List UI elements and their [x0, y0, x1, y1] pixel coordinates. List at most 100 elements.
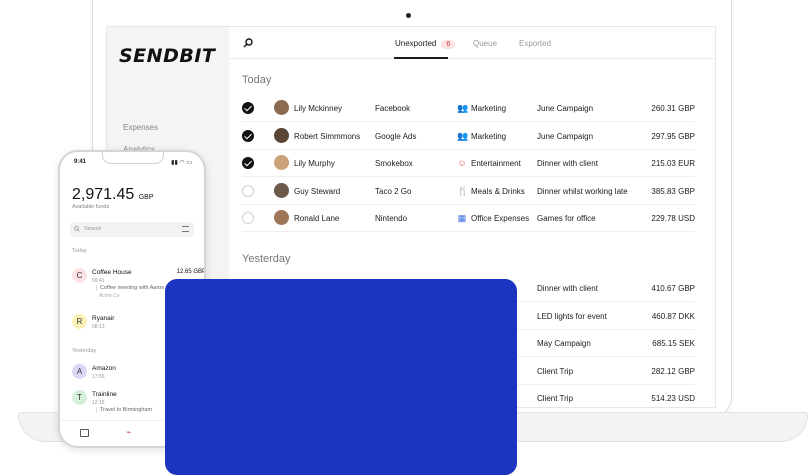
- item-note-sub: Acme Co: [99, 293, 120, 299]
- item-note: Coffee meeting with Aaron E: [96, 285, 170, 291]
- row-description: Client Trip: [537, 366, 574, 376]
- balance-currency: GBP: [138, 194, 154, 201]
- row-name: Lily Murphy: [294, 159, 335, 168]
- row-amount: 460.87 DKK: [651, 311, 695, 321]
- row-amount: 282.12 GBP: [651, 366, 695, 376]
- table-row[interactable]: Guy Steward Taco 2 Go 🍴 Meals & Drinks Dinne…: [242, 178, 695, 205]
- avatar: [274, 155, 289, 170]
- row-amount: 385.83 GBP: [651, 186, 695, 196]
- building-icon: ▦: [457, 213, 467, 223]
- merchant-initial-avatar: T: [72, 390, 87, 405]
- camera-dot: [406, 13, 411, 18]
- row-description: LED lights for event: [537, 311, 607, 321]
- avatar: [274, 210, 289, 225]
- smile-icon: ☺: [457, 158, 467, 168]
- row-merchant: Facebook: [375, 104, 411, 113]
- row-description: Client Trip: [537, 394, 574, 403]
- row-description: June Campaign: [537, 131, 594, 141]
- merchant-initial-avatar: A: [72, 364, 87, 379]
- filter-icon[interactable]: [182, 226, 189, 232]
- row-category: Meals & Drinks: [471, 186, 525, 196]
- checked-checkbox[interactable]: [242, 102, 254, 114]
- item-title: Coffee House: [92, 269, 132, 276]
- row-name: Ronald Lane: [294, 214, 340, 223]
- avatar: [274, 127, 289, 143]
- row-amount: 514.23 USD: [651, 394, 695, 403]
- sidebar-item-expenses[interactable]: Expenses: [123, 123, 158, 132]
- item-time: 08:13: [92, 324, 105, 330]
- checked-checkbox[interactable]: [242, 157, 254, 169]
- phone-balance: 2,971.45 GBP: [72, 186, 154, 204]
- row-description: May Campaign: [537, 339, 591, 348]
- cards-tab-icon[interactable]: [80, 429, 89, 437]
- row-category: Marketing: [471, 104, 507, 113]
- row-name: Guy Steward: [294, 186, 341, 196]
- avatar: [274, 182, 289, 198]
- table-row[interactable]: Ronald Lane Nintendo ▦ Office Expenses Games…: [242, 205, 695, 232]
- app-logo: SENDBIT: [119, 45, 216, 67]
- tab-unexported-label: Unexported: [395, 39, 437, 48]
- section-yesterday-heading: Yesterday: [242, 253, 291, 265]
- row-merchant: Google Ads: [375, 131, 417, 141]
- stage: SENDBIT Expenses Analytics Unexported6 Q…: [0, 0, 812, 475]
- row-description: Dinner with client: [537, 284, 598, 293]
- row-amount: 260.31 GBP: [651, 104, 695, 113]
- blue-overlay-block: [165, 279, 517, 475]
- row-category: Entertainment: [471, 159, 521, 168]
- item-note: Travel to Birmingham: [96, 407, 152, 413]
- tab-exported[interactable]: Exported: [519, 39, 551, 48]
- row-category: Marketing: [471, 131, 507, 141]
- phone-search-input[interactable]: Search: [70, 222, 194, 237]
- merchant-initial-avatar: R: [72, 314, 87, 329]
- table-row[interactable]: Lily Murphy Smokebox ☺ Entertainment Dinner …: [242, 150, 695, 177]
- row-category: Office Expenses: [471, 214, 530, 223]
- balance-amount: 2,971.45: [72, 186, 135, 203]
- search-icon[interactable]: [243, 38, 253, 48]
- item-title: Trainline: [92, 391, 117, 398]
- row-description: Dinner with client: [537, 159, 598, 168]
- row-amount: 229.78 USD: [651, 214, 695, 223]
- phone-notch: [102, 152, 164, 164]
- unexported-count-badge: 6: [441, 40, 456, 49]
- table-row[interactable]: Robert Simmmons Google Ads 👥 Marketing June …: [242, 123, 695, 150]
- avatar: [274, 100, 289, 115]
- people-icon: 👥: [457, 130, 469, 141]
- row-amount: 410.67 GBP: [651, 284, 695, 293]
- item-title: Ryanair: [92, 315, 115, 322]
- phone-search-placeholder: Search: [84, 226, 102, 232]
- cutlery-icon: 🍴: [457, 185, 469, 196]
- item-time: 12:16: [92, 400, 105, 406]
- row-merchant: Nintendo: [375, 214, 408, 223]
- item-title: Amazon: [92, 365, 116, 372]
- search-icon: [74, 226, 80, 232]
- top-bar: Unexported 6 Queue Exported: [229, 27, 715, 59]
- row-merchant: Taco 2 Go: [375, 186, 412, 196]
- row-name: Lily Mckinney: [294, 104, 343, 113]
- tab-queue[interactable]: Queue: [473, 39, 497, 48]
- row-amount: 297.95 GBP: [651, 131, 695, 141]
- merchant-initial-avatar: C: [72, 268, 87, 283]
- tab-unexported[interactable]: Unexported 6: [395, 39, 456, 49]
- item-time: 17:56: [92, 374, 105, 380]
- balance-subtitle: Available funds: [72, 204, 110, 210]
- row-name: Robert Simmmons: [294, 131, 361, 141]
- phone-clock: 9:41: [74, 159, 87, 165]
- unchecked-checkbox[interactable]: [242, 184, 254, 197]
- row-amount: 215.03 EUR: [651, 159, 695, 168]
- checked-checkbox[interactable]: [242, 129, 254, 142]
- section-today-heading: Today: [242, 74, 272, 86]
- row-amount: 685.15 SEK: [652, 339, 695, 348]
- phone-section-today: Today: [72, 248, 87, 254]
- row-description: Dinner whilst working late: [537, 186, 628, 196]
- activity-tab-icon[interactable]: ⌁: [126, 427, 131, 438]
- table-row[interactable]: Lily Mckinney Facebook 👥 Marketing June Camp…: [242, 95, 695, 122]
- people-icon: 👥: [457, 103, 469, 113]
- unchecked-checkbox[interactable]: [242, 212, 254, 224]
- row-merchant: Smokebox: [375, 159, 413, 168]
- item-amount: 12.65 GBP: [176, 269, 206, 275]
- active-tab-underline: [394, 57, 448, 59]
- row-description: Games for office: [537, 214, 596, 223]
- row-description: June Campaign: [537, 104, 594, 113]
- item-time: 09:41: [92, 278, 105, 284]
- phone-status-icons: ▮▮ ◠ ▭: [171, 160, 192, 166]
